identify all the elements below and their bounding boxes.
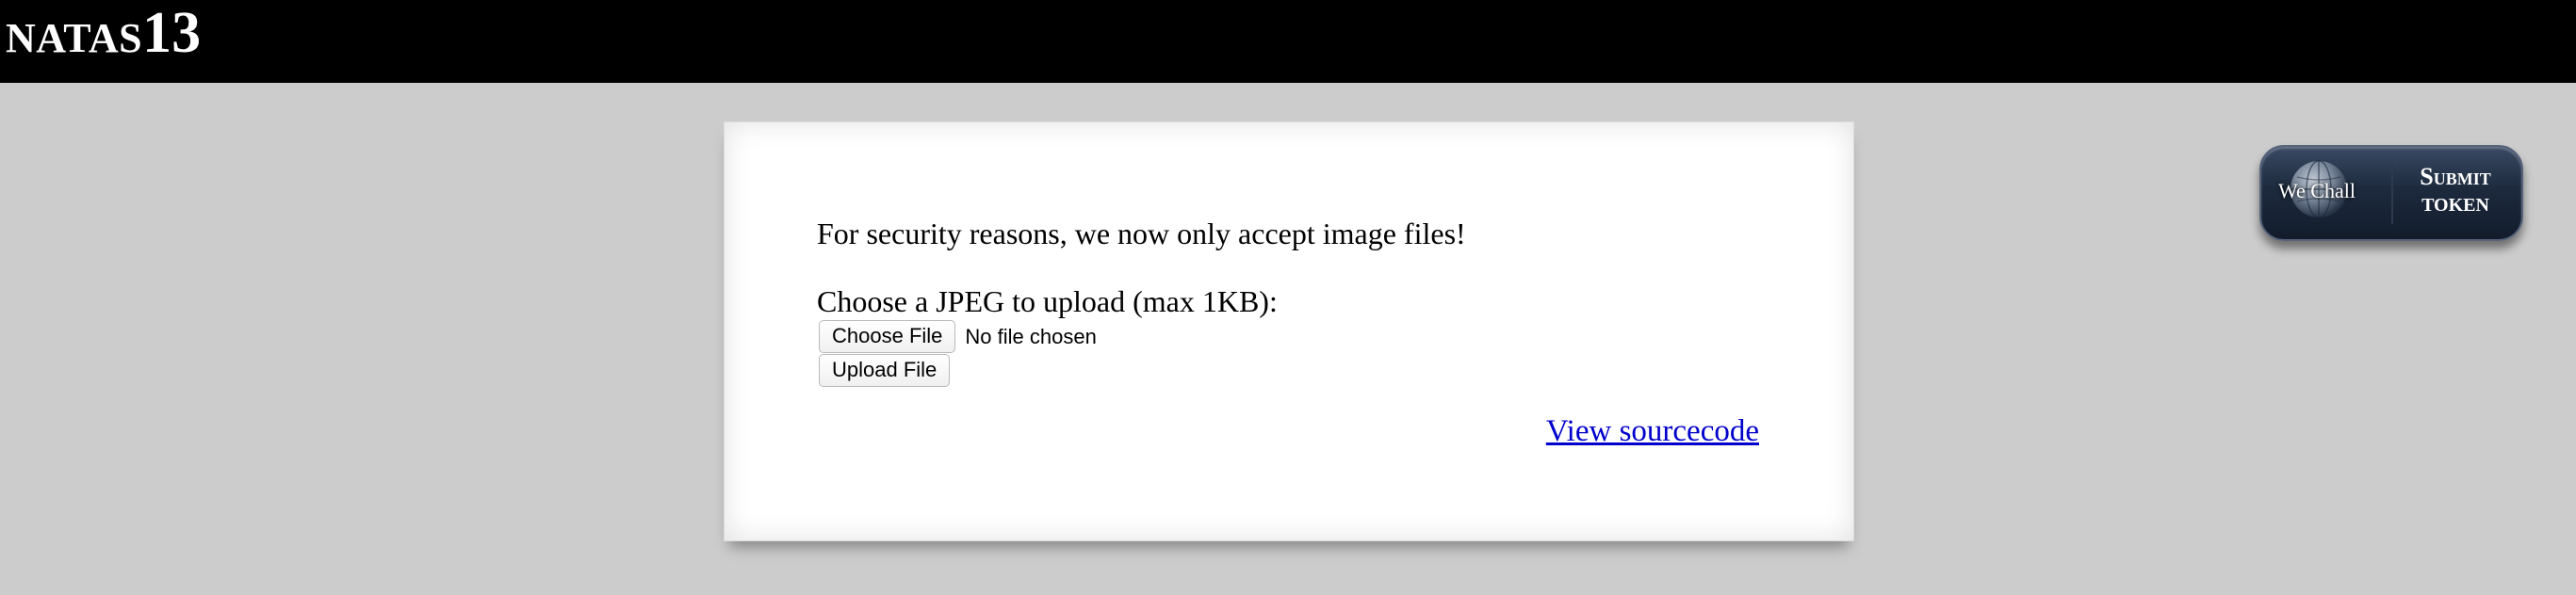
upload-row: Upload File <box>819 354 951 387</box>
wechall-submit-token-button[interactable]: We Chall Submit TOKEN <box>2259 145 2523 241</box>
wechall-name: We Chall <box>2278 179 2356 202</box>
content-card: For security reasons, we now only accept… <box>724 121 1854 541</box>
site-logo: NATAS13 <box>6 4 201 62</box>
submit-label: Submit <box>2420 163 2491 190</box>
upload-prompt: Choose a JPEG to upload (max 1KB): <box>817 284 1278 318</box>
security-notice: For security reasons, we now only accept… <box>817 217 1466 250</box>
file-input[interactable]: Choose File No file chosen <box>819 320 1097 353</box>
choose-file-button[interactable]: Choose File <box>819 320 956 353</box>
header-bar: NATAS13 <box>0 0 2576 83</box>
page: NATAS13 For security reasons, we now onl… <box>0 0 2576 595</box>
token-label: TOKEN <box>2421 195 2489 216</box>
logo-number: 13 <box>142 1 202 65</box>
logo-prefix: NATAS <box>6 15 143 61</box>
upload-file-button[interactable]: Upload File <box>819 354 951 387</box>
view-sourcecode-link[interactable]: View sourcecode <box>1546 414 1759 449</box>
badge-divider <box>2391 162 2393 224</box>
no-file-chosen-text: No file chosen <box>965 324 1097 348</box>
